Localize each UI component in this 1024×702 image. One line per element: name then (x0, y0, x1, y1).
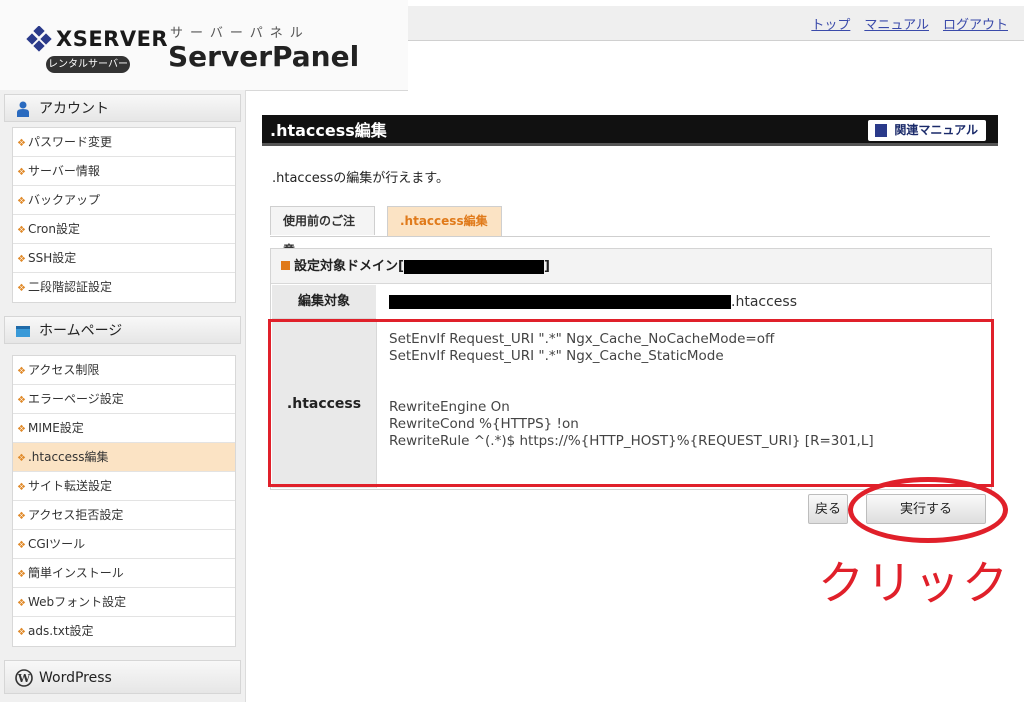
top-bar: トップ マニュアル ログアウト (408, 6, 1024, 41)
sidebar-item-password[interactable]: ❖ パスワード変更 (13, 128, 235, 157)
user-icon (17, 101, 29, 117)
sidebar-item-webfont[interactable]: ❖ Webフォント設定 (13, 588, 235, 617)
sidebar-section-wordpress: W WordPress (4, 660, 241, 694)
bullet-icon: ❖ (17, 511, 26, 522)
sidebar-item-redirect[interactable]: ❖ サイト転送設定 (13, 472, 235, 501)
bullet-icon: ❖ (17, 167, 26, 178)
sidebar-item-access-limit[interactable]: ❖ アクセス制限 (13, 356, 235, 385)
sidebar-item-cgi[interactable]: ❖ CGIツール (13, 530, 235, 559)
bullet-icon: ❖ (17, 196, 26, 207)
back-button[interactable]: 戻る (808, 494, 848, 524)
edit-target-label: 編集対象 (272, 285, 376, 319)
sidebar-item-server-info[interactable]: ❖ サーバー情報 (13, 157, 235, 186)
bullet-icon: ❖ (17, 366, 26, 377)
header: XSERVER レンタルサーバー サーバーパネル ServerPanel トップ… (0, 0, 1024, 94)
panel-title: ServerPanel (168, 40, 360, 73)
sidebar-item-access-deny[interactable]: ❖ アクセス拒否設定 (13, 501, 235, 530)
sidebar-item-2fa[interactable]: ❖ 二段階認証設定 (13, 273, 235, 302)
bullet-icon: ❖ (17, 225, 26, 236)
tab-precautions[interactable]: 使用前のご注意 (270, 206, 375, 257)
bullet-icon: ❖ (17, 424, 26, 435)
bullet-icon: ❖ (17, 627, 26, 638)
highlight-box (268, 319, 994, 487)
bullet-icon: ❖ (17, 254, 26, 265)
redacted-domain (403, 259, 544, 274)
sidebar-item-cron[interactable]: ❖ Cron設定 (13, 215, 235, 244)
click-annotation: クリック (818, 556, 1010, 610)
brand-badge: レンタルサーバー (46, 56, 130, 73)
top-link[interactable]: トップ (811, 14, 850, 33)
xserver-logo-icon (26, 26, 52, 52)
sidebar-item-ads-txt[interactable]: ❖ ads.txt設定 (13, 617, 235, 646)
bullet-icon: ❖ (17, 395, 26, 406)
page-title: .htaccess編集 (270, 121, 387, 140)
page-description: .htaccessの編集が行えます。 (272, 171, 449, 186)
book-icon (875, 124, 888, 137)
page-title-bar: .htaccess編集 関連マニュアル (262, 115, 998, 146)
panel-subtitle: サーバーパネル (170, 26, 310, 41)
sidebar-section-account: アカウント (4, 94, 241, 122)
bullet-icon: ❖ (17, 283, 26, 294)
logout-link[interactable]: ログアウト (943, 14, 1008, 33)
sidebar-item-ssh[interactable]: ❖ SSH設定 (13, 244, 235, 273)
sidebar-section-title: アカウント (39, 101, 109, 117)
bullet-icon: ❖ (17, 453, 26, 464)
related-manual-button[interactable]: 関連マニュアル (868, 120, 986, 141)
bullet-icon: ❖ (17, 540, 26, 551)
wordpress-icon: W (15, 669, 33, 687)
bullet-icon: ❖ (17, 569, 26, 580)
sidebar-item-easy-install[interactable]: ❖ 簡単インストール (13, 559, 235, 588)
bullet-icon: ❖ (17, 482, 26, 493)
sidebar-item-error-page[interactable]: ❖ エラーページ設定 (13, 385, 235, 414)
bullet-icon: ❖ (17, 138, 26, 149)
logo[interactable]: XSERVER レンタルサーバー サーバーパネル ServerPanel (0, 0, 408, 91)
manual-link[interactable]: マニュアル (864, 14, 929, 33)
sidebar: アカウント ❖ パスワード変更 ❖ サーバー情報 ❖ バックアップ ❖ Cron設定 ❖… (0, 90, 246, 702)
tab-htaccess-edit[interactable]: .htaccess編集 (387, 206, 502, 236)
sidebar-section-title: ホームページ (39, 323, 123, 339)
homepage-menu: ❖ アクセス制限 ❖ エラーページ設定 ❖ MIME設定 ❖ .htaccess編集 ❖… (12, 355, 236, 647)
tab-bar: 使用前のご注意 .htaccess編集 (270, 206, 990, 257)
sidebar-item-mime[interactable]: ❖ MIME設定 (13, 414, 235, 443)
redacted-path (389, 295, 731, 309)
account-menu: ❖ パスワード変更 ❖ サーバー情報 ❖ バックアップ ❖ Cron設定 ❖ SSH設定 … (12, 127, 236, 303)
sidebar-section-title: WordPress (39, 670, 112, 686)
sidebar-item-backup[interactable]: ❖ バックアップ (13, 186, 235, 215)
top-links: トップ マニュアル ログアウト (811, 14, 1008, 33)
bullet-icon: ❖ (17, 598, 26, 609)
brand-name: XSERVER (56, 27, 169, 51)
sidebar-section-homepage: ホームページ (4, 316, 241, 344)
homepage-icon (16, 326, 30, 337)
edit-target-value: .htaccess (379, 285, 797, 319)
sidebar-item-htaccess[interactable]: ❖ .htaccess編集 (13, 443, 235, 472)
domain-header: 設定対象ドメイン[] (271, 249, 991, 284)
svg-text:W: W (17, 672, 31, 685)
click-highlight-ellipse (848, 477, 1008, 543)
orange-square-icon (281, 261, 290, 270)
